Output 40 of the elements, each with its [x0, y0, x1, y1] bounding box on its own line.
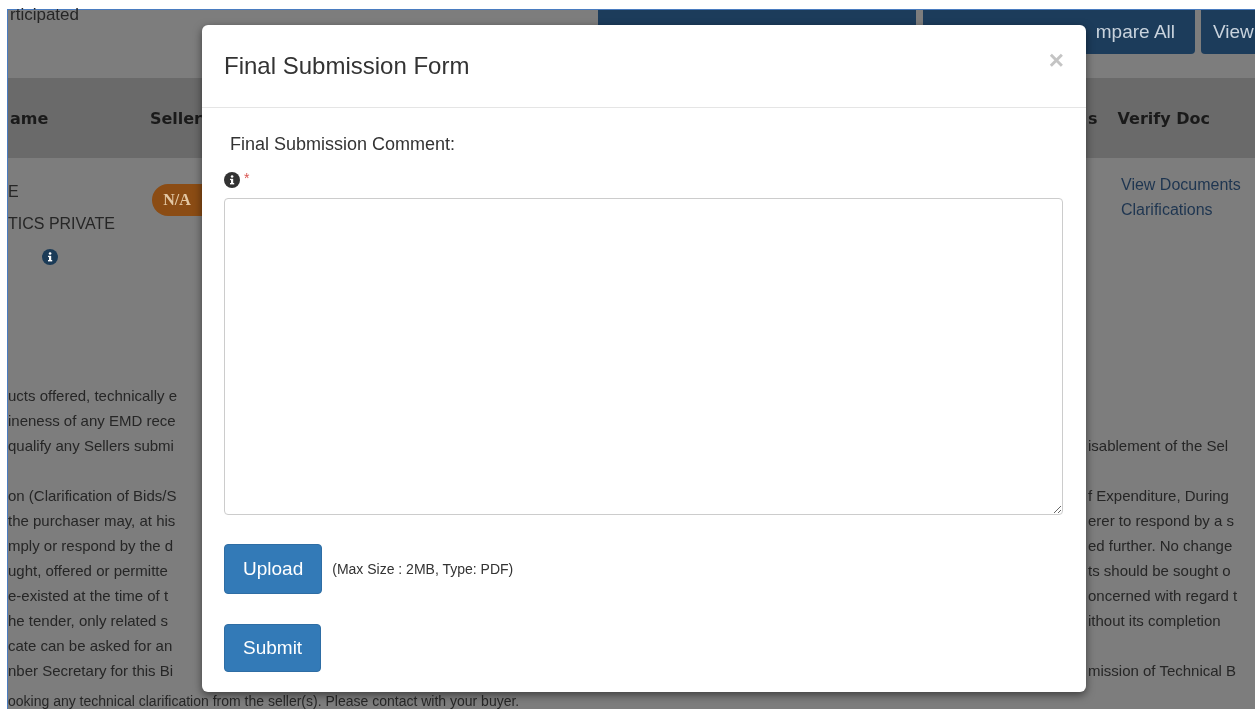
seller-name: TICS PRIVATE — [8, 214, 115, 234]
paragraph-line: cate can be asked for an — [8, 636, 174, 656]
paragraph-line: the purchaser may, at his — [8, 511, 177, 531]
paragraph-line: he tender, only related s — [8, 611, 170, 631]
paragraph-line: on (Clarification of Bids/S — [8, 486, 178, 506]
paragraph-line: ts should be sought o — [1087, 561, 1232, 581]
paragraph-line: ucts offered, technically e — [8, 386, 178, 406]
paragraph-line: erer to respond by a s — [1087, 511, 1235, 531]
info-icon — [42, 249, 58, 265]
paragraph-line: ught, offered or permitte — [8, 561, 169, 581]
required-mark: * — [244, 172, 250, 184]
info-icon — [224, 172, 240, 188]
paragraph-line: nber Secretary for this Bi — [8, 661, 175, 681]
status-badge: N/A — [152, 184, 202, 216]
paragraph-line: e-existed at the time of t — [8, 586, 170, 606]
document-link[interactable]: View Documents — [1121, 176, 1255, 194]
seller-name: E — [8, 182, 20, 202]
paragraph-line: ooking any technical clarification from the seller(s). Please contact with your buyer. — [8, 694, 521, 709]
paragraph-line: ineness of any EMD rece — [8, 411, 177, 431]
paragraph-line: ithout its completion — [1087, 611, 1222, 631]
paragraph-line: isablement of the Sel — [1087, 436, 1230, 456]
column-header: Verify Doc — [1117, 108, 1210, 128]
paragraph-line: oncerned with regard t — [1087, 586, 1239, 606]
column-header: ame — [10, 108, 49, 128]
document-link[interactable]: Clarifications — [1121, 201, 1255, 219]
field-label: Final Submission Comment: — [230, 134, 456, 154]
column-header: s — [1088, 108, 1098, 128]
upload-hint: (Max Size : 2MB, Type: PDF) — [332, 561, 514, 577]
modal-title: Final Submission Form — [224, 52, 470, 80]
paragraph-line: mission of Technical B — [1087, 661, 1238, 681]
paragraph-line: qualify any Sellers submi — [8, 436, 175, 456]
column-header: Seller — [149, 108, 202, 128]
paragraph-line: ed further. No change — [1087, 536, 1234, 556]
upload-button[interactable]: Upload — [224, 544, 323, 594]
submit-button[interactable]: Submit — [224, 624, 322, 672]
paragraph-line: mply or respond by the d — [8, 536, 175, 556]
comment-field[interactable] — [224, 198, 1063, 515]
paragraph-line: f Expenditure, During — [1087, 486, 1230, 506]
toolbar-button[interactable]: View — [1201, 10, 1255, 54]
section-title: rticipated — [9, 7, 79, 23]
